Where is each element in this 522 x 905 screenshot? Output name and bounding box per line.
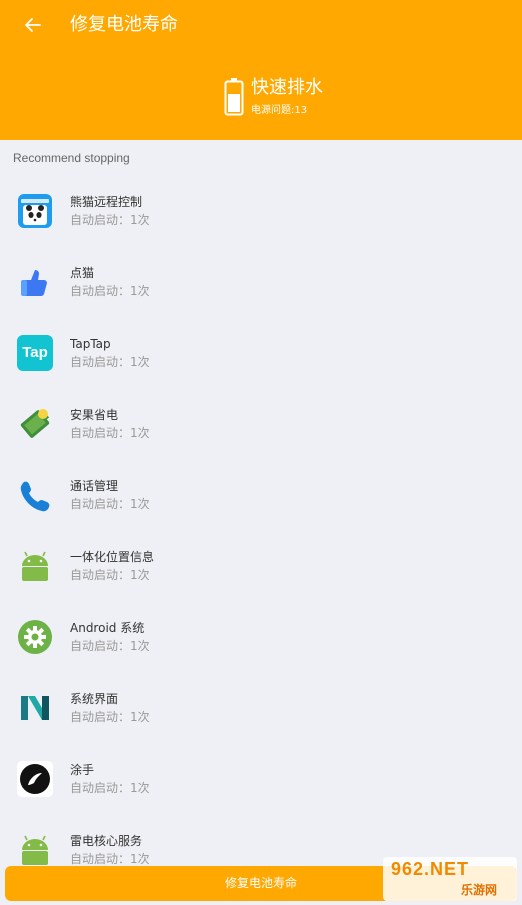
app-autostart: 自动启动：1次: [70, 426, 150, 440]
list-item[interactable]: 点猫 自动启动：1次: [0, 247, 522, 318]
app-name: 一体化位置信息: [70, 550, 155, 564]
app-name: 点猫: [70, 266, 95, 280]
section-label: Recommend stopping: [13, 151, 130, 165]
battery-saver-icon: [20, 409, 50, 438]
app-autostart: 自动启动：1次: [70, 497, 150, 511]
list-item[interactable]: 涂手 自动启动：1次: [0, 744, 522, 815]
thumb-icon: [21, 270, 47, 296]
app-autostart: 自动启动：1次: [70, 781, 150, 795]
app-name: 熊猫远程控制: [70, 195, 143, 209]
n-logo-icon: [21, 696, 49, 720]
app-name: 安果省电: [70, 408, 119, 422]
app-autostart: 自动启动：1次: [70, 284, 150, 298]
phone-icon: [20, 481, 50, 512]
status-title: 快速排水: [251, 77, 323, 98]
watermark-bottom: 乐游网: [461, 883, 498, 897]
watermark-logo: 962.NET 乐游网: [383, 857, 517, 901]
android-icon: [22, 551, 48, 581]
list-item[interactable]: Android 系统 自动启动：1次: [0, 602, 522, 673]
app-name: 通话管理: [70, 479, 119, 493]
page-title: 修复电池寿命: [70, 14, 178, 35]
tushou-icon: [17, 761, 53, 797]
list-item[interactable]: 安果省电 自动启动：1次: [0, 389, 522, 460]
list-item[interactable]: 系统界面 自动启动：1次: [0, 673, 522, 744]
battery-icon: [224, 78, 244, 116]
list-item[interactable]: Tap TapTap 自动启动：1次: [0, 318, 522, 389]
app-autostart: 自动启动：1次: [70, 213, 150, 227]
header: 修复电池寿命 快速排水 电源问题:13: [0, 0, 522, 140]
app-name: 系统界面: [70, 692, 119, 706]
android-icon: [22, 835, 48, 865]
list-item[interactable]: 一体化位置信息 自动启动：1次: [0, 531, 522, 602]
app-name: 涂手: [70, 763, 95, 777]
app-name: Android 系统: [70, 621, 145, 635]
list-item[interactable]: 通话管理 自动启动：1次: [0, 460, 522, 531]
back-arrow-icon[interactable]: [22, 14, 44, 36]
list-item[interactable]: 熊猫远程控制 自动启动：1次: [0, 176, 522, 247]
android-settings-icon: [18, 620, 52, 654]
app-name: TapTap: [70, 337, 111, 351]
taptap-icon: Tap: [17, 335, 53, 371]
app-autostart: 自动启动：1次: [70, 710, 150, 724]
app-name: 雷电核心服务: [70, 834, 143, 848]
status-subtitle: 电源问题:13: [251, 105, 308, 116]
watermark-top: 962.NET: [391, 859, 470, 879]
app-autostart: 自动启动：1次: [70, 639, 150, 653]
app-autostart: 自动启动：1次: [70, 355, 150, 369]
panda-remote-icon: [18, 194, 52, 228]
app-autostart: 自动启动：1次: [70, 568, 150, 582]
app-autostart: 自动启动：1次: [70, 852, 150, 866]
